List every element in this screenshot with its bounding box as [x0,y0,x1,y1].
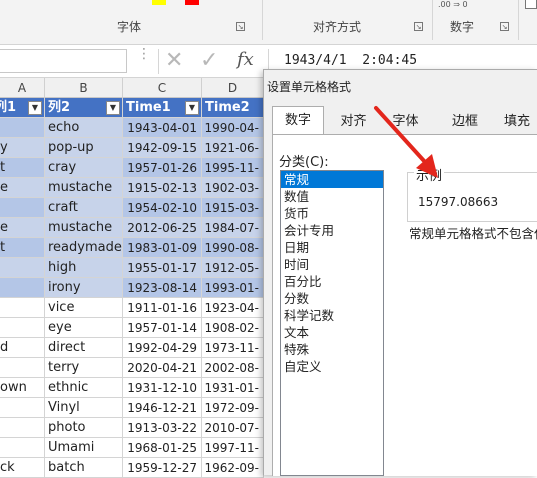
arrow-shaft [374,106,427,164]
annotation-arrow [374,106,438,178]
